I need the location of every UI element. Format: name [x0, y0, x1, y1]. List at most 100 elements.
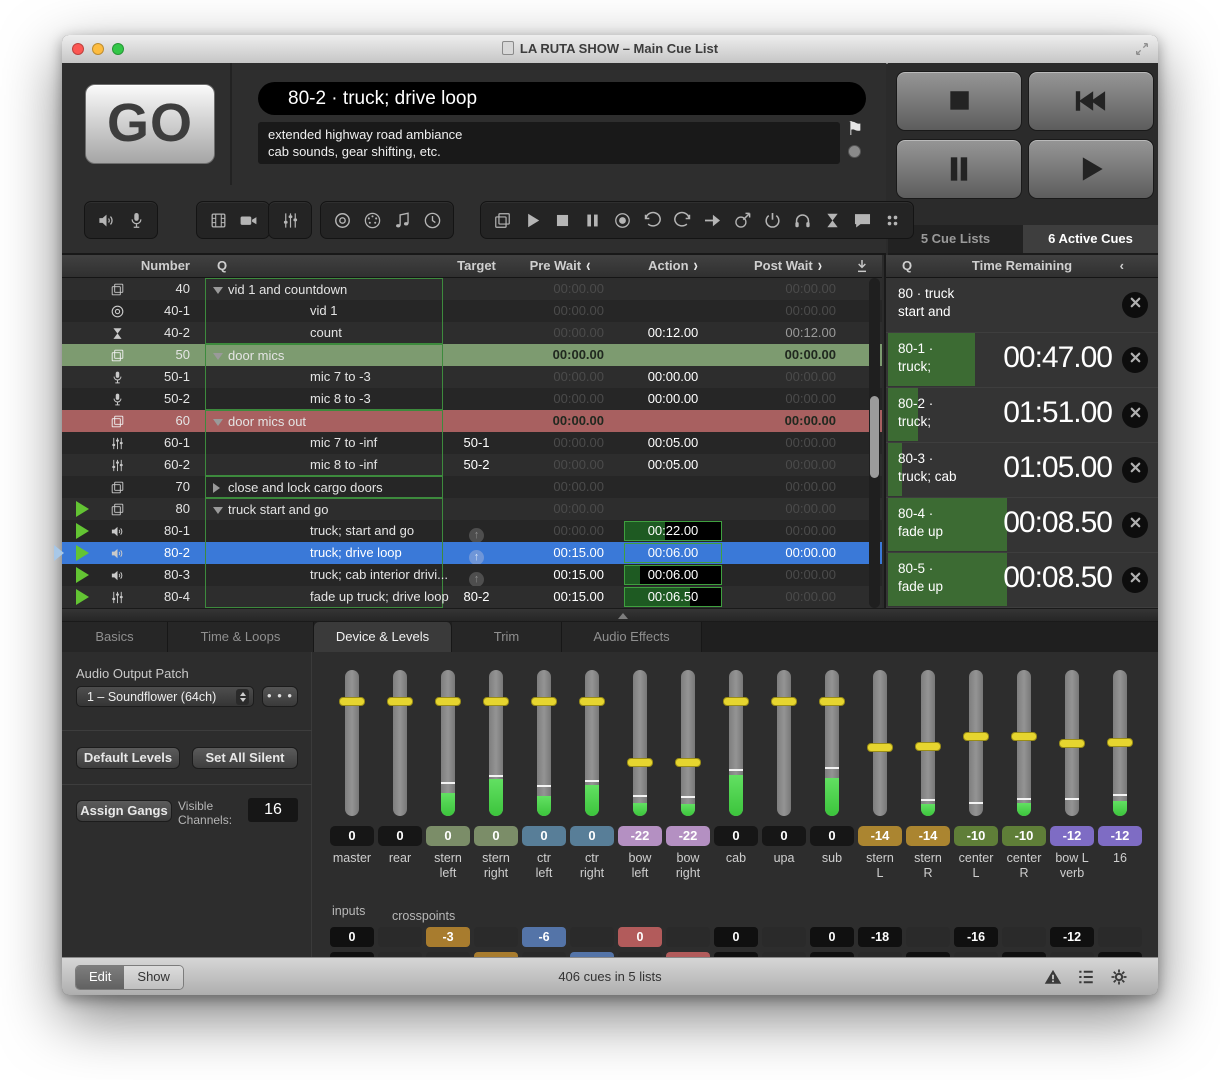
action-cell[interactable]: 00:05.00 — [618, 432, 728, 454]
cue-number[interactable]: 80-1 — [132, 520, 190, 542]
post-wait-cell[interactable]: 00:00.00 — [730, 278, 846, 300]
action-cell[interactable] — [618, 278, 728, 300]
crosspoint-cell-empty[interactable] — [666, 927, 710, 947]
cue-name-cell[interactable]: mic 7 to -inf — [205, 432, 443, 454]
cue-name-cell[interactable]: fade up truck; drive loop — [205, 586, 443, 608]
fader-handle[interactable] — [915, 742, 941, 751]
channel-level-value[interactable]: -12 — [1050, 826, 1094, 846]
target-cell[interactable] — [443, 498, 510, 520]
fader-track[interactable] — [393, 670, 407, 816]
rewind-button[interactable] — [1028, 71, 1154, 131]
speaker-icon[interactable] — [91, 205, 121, 235]
target-cell[interactable] — [443, 410, 510, 432]
target-cell[interactable]: ↑ — [443, 520, 510, 542]
post-wait-cell[interactable]: 00:00.00 — [730, 476, 846, 498]
flag-toggle-dot[interactable] — [848, 145, 861, 158]
cue-number[interactable]: 80-4 — [132, 586, 190, 608]
cue-row-80-4[interactable]: 80-4fade up truck; drive loop80-200:15.0… — [62, 586, 882, 608]
cue-name-cell[interactable]: mic 7 to -3 — [205, 366, 443, 388]
active-cue-row[interactable]: 80-2 · truck;01:51.00 — [886, 388, 1158, 443]
load-arrow-icon[interactable] — [854, 258, 870, 274]
cue-number[interactable]: 50 — [132, 344, 190, 366]
cue-notes[interactable]: extended highway road ambiancecab sounds… — [258, 122, 840, 164]
cue-row-60-1[interactable]: 60-1mic 7 to -inf50-100:00.0000:05.0000:… — [62, 432, 882, 454]
cue-row-80-2[interactable]: 80-2truck; drive loop↑00:15.0000:06.0000… — [62, 542, 882, 564]
fader-handle[interactable] — [867, 743, 893, 752]
active-header-time-remaining[interactable]: Time Remaining — [886, 255, 1158, 277]
post-wait-cell[interactable]: 00:00.00 — [730, 520, 846, 542]
disclosure-open-icon[interactable] — [213, 287, 223, 294]
fader-track[interactable] — [489, 670, 503, 816]
pre-wait-cell[interactable]: 00:15.00 — [510, 586, 610, 608]
cue-row-60[interactable]: 60door mics out00:00.0000:00.00 — [62, 410, 882, 432]
cue-name-cell[interactable]: truck; cab interior drivi... — [205, 564, 443, 586]
tab-active-cues[interactable]: 6 Active Cues — [1023, 225, 1158, 253]
cue-list-view-icon[interactable] — [1077, 968, 1095, 986]
set-all-silent-button[interactable]: Set All Silent — [192, 747, 298, 769]
cue-row-40-1[interactable]: 40-1vid 100:00.0000:00.00 — [62, 300, 882, 322]
post-wait-cell[interactable]: 00:00.00 — [730, 410, 846, 432]
cue-number[interactable]: 50-1 — [132, 366, 190, 388]
audio-patch-dropdown[interactable]: 1 – Soundflower (64ch) — [76, 686, 254, 707]
inspector-tab-trim[interactable]: Trim — [452, 622, 562, 652]
fader-track[interactable] — [921, 670, 935, 816]
group-icon[interactable] — [487, 205, 517, 235]
channel-level-value[interactable]: 0 — [810, 826, 854, 846]
cue-row-70[interactable]: 70close and lock cargo doors00:00.0000:0… — [62, 476, 882, 498]
film-icon[interactable] — [203, 205, 233, 235]
crosspoint-cell[interactable]: 0 — [618, 927, 662, 947]
crosspoint-cell[interactable]: -18 — [858, 927, 902, 947]
channel-level-value[interactable]: 0 — [426, 826, 470, 846]
target-cell[interactable]: 50-1 — [443, 432, 510, 454]
inspector-tab-basics[interactable]: Basics — [62, 622, 168, 652]
cue-number[interactable]: 60 — [132, 410, 190, 432]
cue-number[interactable]: 60-1 — [132, 432, 190, 454]
post-wait-cell[interactable]: 00:00.00 — [730, 432, 846, 454]
channel-level-value[interactable]: 0 — [522, 826, 566, 846]
pre-wait-cell[interactable]: 00:00.00 — [510, 366, 610, 388]
channel-level-value[interactable]: 0 — [714, 826, 758, 846]
cue-name-cell[interactable]: vid 1 and countdown — [205, 278, 443, 300]
pre-wait-cell[interactable]: 00:00.00 — [510, 278, 610, 300]
channel-level-value[interactable]: -14 — [906, 826, 950, 846]
stop-all-button[interactable] — [896, 71, 1022, 131]
cue-row-40[interactable]: 40 vid 1 and countdown 00:00.00 00:00.00 — [62, 278, 882, 300]
dart-icon[interactable] — [727, 205, 757, 235]
channel-level-value[interactable]: 0 — [474, 826, 518, 846]
crosspoint-cell-empty[interactable] — [1002, 927, 1046, 947]
cue-row-80-3[interactable]: 80-3truck; cab interior drivi...↑00:15.0… — [62, 564, 882, 586]
cue-row-50-1[interactable]: 50-1mic 7 to -300:00.0000:00.0000:00.00 — [62, 366, 882, 388]
cue-number[interactable]: 40-1 — [132, 300, 190, 322]
divider-grip-icon[interactable] — [618, 613, 628, 619]
assign-gangs-button[interactable]: Assign Gangs — [76, 800, 172, 822]
stop-icon[interactable] — [547, 205, 577, 235]
cue-number[interactable]: 40 — [132, 278, 190, 300]
settings-gear-icon[interactable] — [1110, 968, 1128, 986]
active-cue-row[interactable]: 80-1 · truck;00:47.00 — [886, 333, 1158, 388]
continue-icon[interactable] — [697, 205, 727, 235]
target-cell[interactable] — [443, 476, 510, 498]
fader-handle[interactable] — [579, 697, 605, 706]
action-cell[interactable]: 00:06.00 — [618, 564, 728, 586]
fader-track[interactable] — [681, 670, 695, 816]
power-icon[interactable] — [757, 205, 787, 235]
resume-button[interactable] — [1028, 139, 1154, 199]
target-cell[interactable] — [443, 388, 510, 410]
fader-track[interactable] — [873, 670, 887, 816]
record-icon[interactable] — [607, 205, 637, 235]
stop-cue-x-icon[interactable] — [1122, 347, 1148, 373]
channel-level-value[interactable]: 0 — [330, 826, 374, 846]
pane-divider[interactable] — [62, 608, 1158, 622]
target-cell[interactable] — [443, 278, 510, 300]
patch-settings-button[interactable]: • • • — [262, 686, 298, 707]
cue-name-cell[interactable]: mic 8 to -inf — [205, 454, 443, 476]
cue-name-cell[interactable]: door mics out — [205, 410, 443, 432]
crosspoint-cell-empty[interactable] — [378, 927, 422, 947]
inspector-tab-time-loops[interactable]: Time & Loops — [168, 622, 314, 652]
action-cell[interactable]: 00:22.00 — [618, 520, 728, 542]
visible-channels-value[interactable]: 16 — [248, 798, 298, 822]
cue-number[interactable]: 60-2 — [132, 454, 190, 476]
fader-track[interactable] — [969, 670, 983, 816]
inspector-tab-device-levels[interactable]: Device & Levels — [314, 622, 452, 652]
action-cell[interactable]: 00:12.00 — [618, 322, 728, 344]
